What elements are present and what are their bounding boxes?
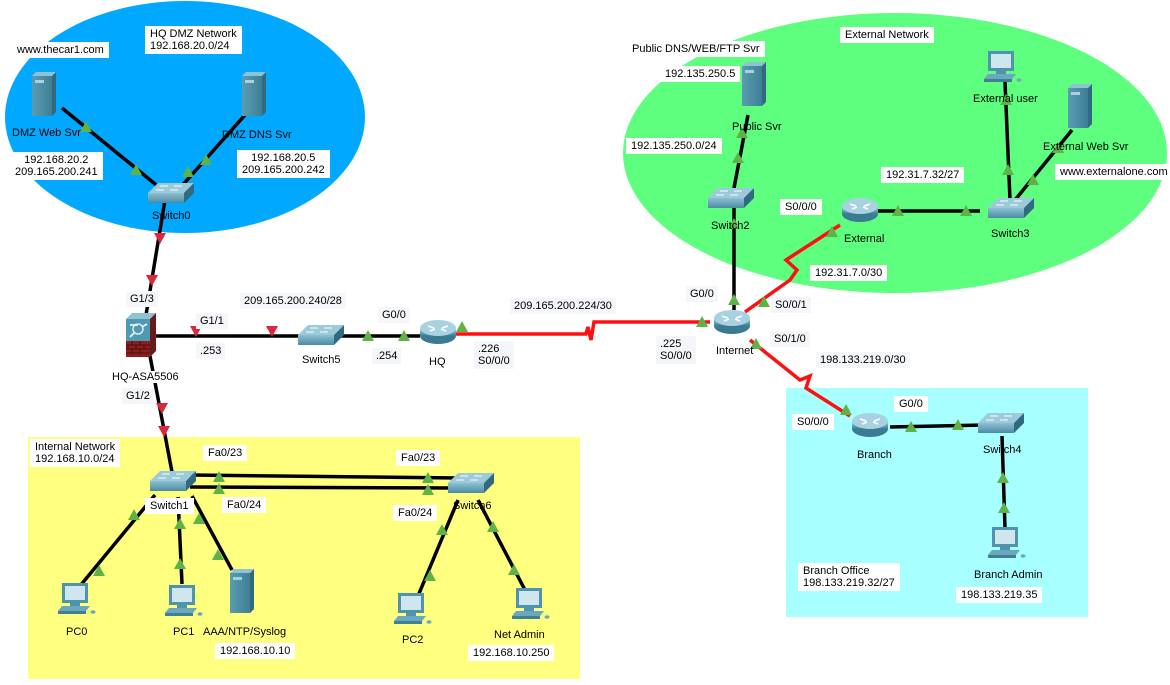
link-down-marker <box>156 403 168 414</box>
sw6-fa024-label: Fa0/24 <box>393 505 438 521</box>
dmz-dns-ips: 192.168.20.5 209.165.200.242 <box>237 150 330 178</box>
label-public-svr: Public Svr <box>732 121 782 133</box>
internet-s001-label: S0/0/1 <box>771 297 811 313</box>
device-public-svr[interactable] <box>742 62 766 106</box>
internal-zone <box>28 437 580 679</box>
dmz-web-url: www.thecar1.com <box>12 42 109 58</box>
sw1-fa023-label: Fa0/23 <box>203 445 248 461</box>
link-switch1-switch6-fa024[interactable] <box>189 485 461 490</box>
external-web-url: www.externalone.com <box>1055 164 1170 180</box>
label-internet: Internet <box>716 345 754 357</box>
asa-g12-label: G1/2 <box>122 388 154 404</box>
net-admin-ip: 192.168.10.250 <box>468 645 555 661</box>
sw1-fa024-label: Fa0/24 <box>222 497 267 513</box>
label-external-user: External user <box>973 93 1038 105</box>
hq-internet-net-label: 209.165.200.224/30 <box>510 298 616 314</box>
hq-s000-label: .226 S0/0/0 <box>474 341 514 369</box>
internet-g00-label: G0/0 <box>686 286 718 302</box>
link-branch-switch4[interactable] <box>889 423 986 429</box>
label-hq-asa: HQ-ASA5506 <box>110 371 181 383</box>
external-lan-net-label: 192.31.7.32/27 <box>881 167 965 183</box>
public-svr-ip: 192.135.250.5 <box>660 66 741 82</box>
label-switch3: Switch3 <box>991 228 1030 240</box>
label-net-admin: Net Admin <box>494 629 545 641</box>
link-up-marker <box>728 294 740 305</box>
label-switch4: Switch4 <box>983 444 1022 456</box>
branch-s000-label: S0/0/0 <box>792 414 834 430</box>
label-pc1: PC1 <box>173 626 195 638</box>
branch-zone-title: Branch Office 198.133.219.32/27 <box>798 563 900 591</box>
link-down-marker <box>146 275 158 286</box>
label-switch1: Switch1 <box>145 498 194 514</box>
device-dmz-web-svr[interactable] <box>32 72 56 116</box>
hq-g00-ip: .254 <box>372 348 402 364</box>
asa-g13-label: G1/3 <box>126 291 158 307</box>
dmz-web-ips: 192.168.20.2 209.165.200.241 <box>10 152 103 180</box>
branch-g00-label: G0/0 <box>894 396 928 412</box>
label-branch: Branch <box>857 449 892 461</box>
label-external: External <box>844 233 885 245</box>
device-hq[interactable] <box>419 319 457 345</box>
label-aaa-svr: AAA/NTP/Syslog <box>203 626 287 638</box>
label-switch6: Switch6 <box>453 500 492 512</box>
device-external[interactable] <box>841 197 879 223</box>
public-svr-title: Public DNS/WEB/FTP Svr <box>627 41 765 57</box>
label-switch0: Switch0 <box>152 210 191 222</box>
branch-wan-net-label: 198.133.219.0/30 <box>816 352 910 368</box>
external-zone-title: External Network <box>840 27 934 43</box>
device-internet[interactable] <box>713 309 751 335</box>
branch-admin-ip: 198.133.219.35 <box>956 587 1043 603</box>
label-switch5: Switch5 <box>302 354 341 366</box>
device-aaa-svr[interactable] <box>230 569 254 613</box>
outside-net-label: 209.165.200.240/28 <box>240 293 346 309</box>
external-s000-label: S0/0/0 <box>780 199 822 215</box>
sw6-fa023-label: Fa0/23 <box>396 450 441 466</box>
label-dmz-web-svr: DMZ Web Svr <box>12 127 81 139</box>
asa-g11-ip: .253 <box>196 343 226 359</box>
device-switch5[interactable] <box>297 324 345 346</box>
aaa-ip: 192.168.10.10 <box>215 643 296 659</box>
label-switch2: Switch2 <box>711 220 750 232</box>
label-hq: HQ <box>429 356 446 368</box>
label-external-web-svr: External Web Svr <box>1043 141 1129 153</box>
label-dmz-dns-svr: DMZ DNS Svr <box>222 129 292 141</box>
hq-g00-label: G0/0 <box>378 307 410 323</box>
device-dmz-dns-svr[interactable] <box>242 72 266 116</box>
dmz-zone-title: HQ DMZ Network 192.168.20.0/24 <box>145 26 242 54</box>
internet-s000-label: .225 S0/0/0 <box>656 336 696 364</box>
public-net-label: 192.135.250.0/24 <box>626 138 722 154</box>
external-wan-net-label: 192.31.7.0/30 <box>810 265 888 281</box>
device-branch[interactable] <box>851 412 889 438</box>
link-down-marker <box>154 233 166 244</box>
link-up-marker <box>456 321 468 332</box>
internet-s010-label: S0/1/0 <box>770 331 810 347</box>
label-branch-admin: Branch Admin <box>974 569 1043 581</box>
internal-zone-title: Internal Network 192.168.10.0/24 <box>30 439 121 467</box>
device-external-web-svr[interactable] <box>1068 84 1092 128</box>
label-pc2: PC2 <box>402 634 424 646</box>
device-hq-asa[interactable] <box>125 312 157 358</box>
link-down-marker <box>158 426 170 437</box>
asa-g11-label: G1/1 <box>196 313 228 329</box>
label-pc0: PC0 <box>66 626 88 638</box>
